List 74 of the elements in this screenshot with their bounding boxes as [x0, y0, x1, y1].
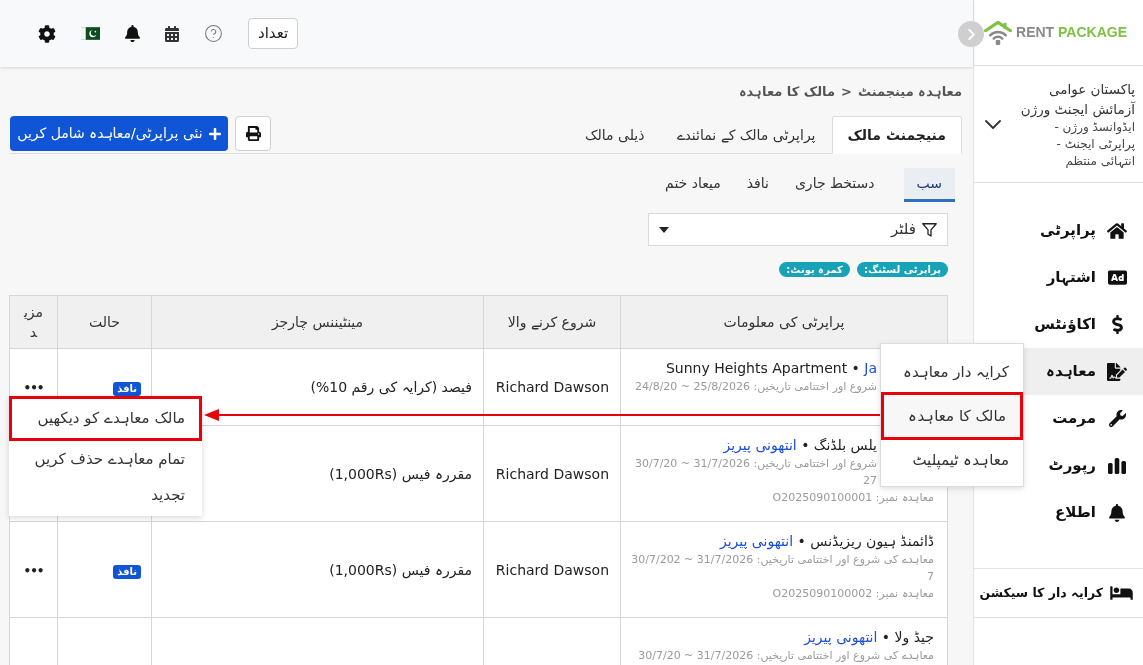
owner-link[interactable]: انتھونی پیریز — [804, 629, 878, 645]
column-header: مینٹیننس چارجز — [151, 295, 484, 349]
breadcrumb-separator: > — [840, 83, 852, 102]
settings-icon[interactable] — [38, 24, 56, 43]
logo-icon — [984, 20, 1012, 45]
account-role: ایڈوانسڈ ورژن - پراپرٹی ایجنٹ - انتہائی منتظم — [1053, 118, 1135, 170]
owner-tab[interactable]: ذیلی مالک — [569, 116, 661, 154]
owner-link[interactable]: Ja — [864, 360, 877, 376]
column-header: مزید — [9, 295, 58, 349]
filter-tag: پراپرٹی لسٹنگ: — [856, 262, 948, 277]
column-header: شروع کرنے والا — [483, 295, 621, 349]
maintenance-charge: مقررہ فیس (1,000Rs) — [329, 465, 472, 482]
contract-dates: معاہدے کی شروع اور اختتامی تاریخیں: 31/7/2026 ~ 30/7/20 — [637, 648, 934, 664]
more-button[interactable]: ••• — [23, 381, 44, 395]
breadcrumb-item[interactable]: معاہدہ مینجمنٹ — [857, 82, 962, 102]
print-button[interactable] — [235, 116, 271, 151]
filter-select[interactable]: فلٹر — [648, 213, 948, 246]
status-tab[interactable]: دستخط جاری — [781, 168, 888, 202]
dollar-icon — [1111, 315, 1123, 334]
bell-icon[interactable] — [125, 25, 140, 42]
ad-icon — [1107, 268, 1127, 287]
maintenance-charge: فیصد (کرایہ کی رقم 10%) — [310, 379, 472, 395]
bar-chart-icon — [1108, 457, 1126, 474]
plus-icon — [208, 126, 221, 141]
calendar-icon[interactable] — [165, 25, 179, 42]
document-pen-icon — [1107, 362, 1127, 381]
owner-tab[interactable]: پراپرٹی مالک کے نمائندے — [660, 116, 832, 154]
column-header: پراپرٹی کی معلومات — [620, 295, 948, 349]
initiator-name: Richard Dawson — [495, 465, 609, 482]
property-title: Sunny Heights Apartment • Ja — [664, 359, 877, 378]
menu-item[interactable]: کرایہ دار معاہدہ — [881, 352, 1023, 392]
menu-item[interactable]: معاہدہ ٹیمپلیٹ — [881, 440, 1023, 480]
account-name: پاکستان عوامی آزمائش ایجنٹ ورژن — [1019, 79, 1135, 119]
caret-icon — [659, 226, 669, 233]
owner-tab[interactable]: منیجمنٹ مالک — [831, 116, 962, 154]
more-button[interactable]: ••• — [23, 563, 44, 578]
filter-tag: کمرہ یونٹ: — [779, 262, 850, 277]
initiator-name: Richard Dawson — [495, 561, 609, 578]
menu-item[interactable]: مالک کا معاہدہ — [881, 392, 1023, 440]
chevron-down-icon[interactable] — [985, 119, 1001, 129]
menu-item[interactable]: مالک معاہدے کو دیکھیں — [9, 396, 202, 441]
status-tab[interactable]: میعاد ختم — [652, 168, 734, 202]
brand-name: RENT PACKAGE — [1016, 23, 1127, 42]
bed-icon — [1109, 584, 1133, 602]
chevron-right-icon — [967, 28, 975, 40]
bell-icon — [1109, 503, 1125, 522]
contract-dates: معاہدے کی شروع اور اختتامی تاریخیں: 31/7/2026 ~ 30/7/2027 — [630, 552, 934, 585]
property-title: جیڈ ولا • انتھونی پیریز — [802, 628, 934, 647]
status-badge: نافذ — [113, 564, 141, 579]
menu-item[interactable]: تجدید — [9, 477, 202, 513]
property-title: ڈائمنڈ ہیون ریزیڈنس • انتھونی پیریز — [718, 532, 934, 551]
wrench-icon — [1108, 410, 1126, 427]
filter-icon — [922, 222, 937, 237]
column-header: حالت — [57, 295, 152, 349]
contract-dates: شروع اور اختتامی تاریخیں: 25/8/2026 ~ 24/8/20 — [633, 379, 877, 395]
status-badge: نافذ — [113, 382, 141, 396]
owner-link[interactable]: انتھونی پیریز — [723, 437, 797, 453]
initiator-name: Richard Dawson — [495, 379, 609, 395]
owner-link[interactable]: انتھونی پیریز — [719, 533, 794, 549]
menu-item[interactable]: تمام معاہدے حذف کریں — [9, 441, 202, 477]
count-button[interactable]: تعداد — [248, 18, 299, 49]
status-tab[interactable]: نافذ — [733, 168, 782, 202]
status-tab[interactable]: سب — [903, 168, 955, 202]
maintenance-charge: مقررہ فیس (1,000Rs) — [329, 561, 472, 578]
contract-number: معاہدہ نمبر: O2025090100002 — [771, 586, 934, 602]
contract-dates: شروع اور اختتامی تاریخیں: 31/7/2026 ~ 30/7/2027 — [633, 456, 877, 489]
flag-icon[interactable] — [81, 27, 100, 40]
help-icon[interactable] — [204, 24, 223, 43]
contract-number: معاہدہ نمبر: O2025090100001 — [771, 490, 934, 506]
breadcrumb-item[interactable]: مالک کا معاہدہ — [738, 82, 835, 102]
property-title: یلس بلڈنگ • انتھونی پیریز — [722, 436, 877, 455]
printer-icon — [245, 126, 261, 141]
add-button[interactable]: نئی پراپرٹی/معاہدہ شامل کریں — [10, 116, 228, 151]
home-icon — [1107, 221, 1127, 240]
